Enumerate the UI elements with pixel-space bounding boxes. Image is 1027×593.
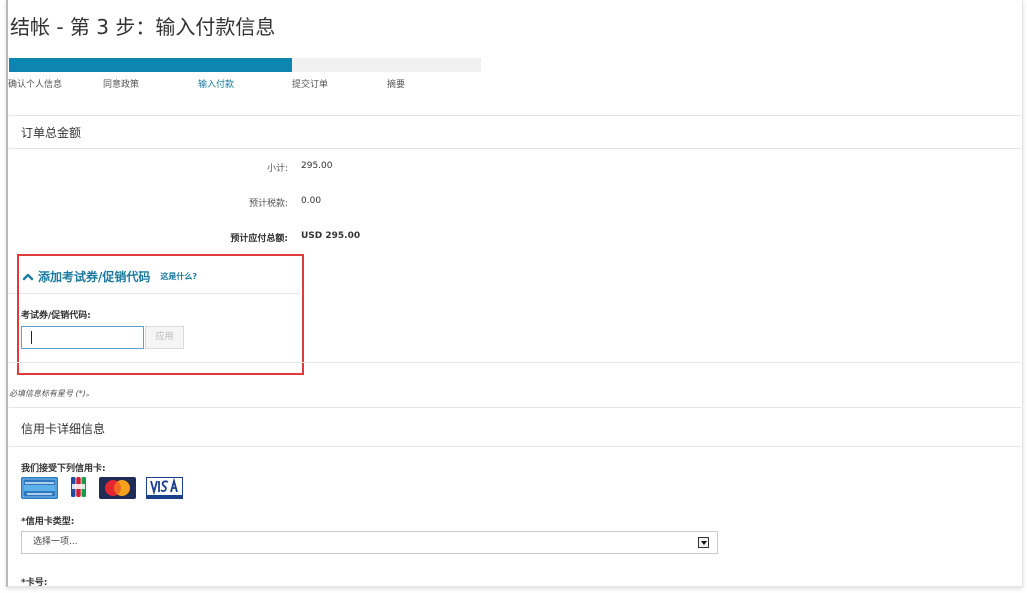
order-total-heading: 订单总金额 xyxy=(21,126,82,140)
progress-fill xyxy=(9,58,293,72)
amex-card-icon xyxy=(21,477,58,499)
promo-toggle[interactable]: 添加考试券/促销代码 这是什么? xyxy=(22,266,197,285)
text-cursor xyxy=(31,331,32,344)
accepted-cards-label: 我们接受下列信用卡: xyxy=(21,464,106,474)
chevron-down-icon[interactable] xyxy=(698,537,709,548)
card-type-selected: 选择一项... xyxy=(33,537,78,547)
step-submit-order: 提交订单 xyxy=(292,80,329,90)
card-type-label: *信用卡类型: xyxy=(21,517,75,527)
total-value: USD 295.00 xyxy=(301,231,361,241)
divider xyxy=(9,446,1021,447)
total-label: 预计应付总额: xyxy=(230,234,288,244)
mastercard-icon xyxy=(99,477,136,499)
promo-help-link[interactable]: 这是什么? xyxy=(160,272,197,281)
required-fields-note: 必填信息标有星号 (*)。 xyxy=(9,389,94,398)
checkout-page: 结帐 - 第 3 步：输入付款信息 确认个人信息 同意政策 输入付款 提交订单 … xyxy=(6,0,1023,587)
step-summary: 摘要 xyxy=(387,80,406,90)
subtotal-value: 295.00 xyxy=(301,161,333,171)
visa-card-icon xyxy=(146,477,183,499)
tax-value: 0.00 xyxy=(301,196,322,206)
apply-button[interactable]: 应用 xyxy=(145,326,184,349)
chevron-up-icon xyxy=(22,273,34,280)
divider xyxy=(9,407,1021,408)
page-title: 结帐 - 第 3 步：输入付款信息 xyxy=(10,15,276,39)
subtotal-label: 小计: xyxy=(266,164,288,174)
divider xyxy=(9,115,1021,116)
divider xyxy=(9,362,1021,363)
tax-label: 预计税款: xyxy=(248,199,288,209)
card-number-label: *卡号: xyxy=(21,578,48,587)
card-type-select[interactable]: 选择一项... xyxy=(21,531,718,554)
promo-code-label: 考试券/促销代码: xyxy=(21,311,91,321)
promo-code-input[interactable] xyxy=(21,326,144,349)
step-enter-payment: 输入付款 xyxy=(198,80,235,90)
step-agree-policy: 同意政策 xyxy=(103,80,140,90)
jcb-card-icon xyxy=(71,477,86,497)
progress-bar xyxy=(9,58,481,72)
promo-heading: 添加考试券/促销代码 xyxy=(38,270,151,284)
card-details-heading: 信用卡详细信息 xyxy=(21,422,106,436)
step-confirm-info: 确认个人信息 xyxy=(8,80,63,90)
divider xyxy=(9,148,1021,149)
